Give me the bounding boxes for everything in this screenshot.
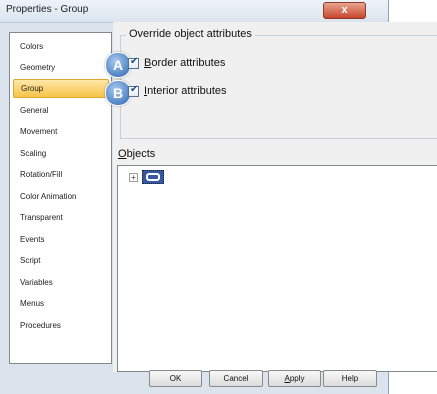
border-attributes-checkbox[interactable]: ✔ <box>128 56 139 69</box>
sidebar-item-rotation-fill[interactable]: Rotation/Fill <box>13 165 109 184</box>
interior-attributes-label[interactable]: Interior attributes <box>144 85 227 97</box>
sidebar-item-general[interactable]: General <box>13 101 109 120</box>
help-button[interactable]: Help <box>323 370 377 387</box>
group-object-icon <box>146 173 160 181</box>
sidebar-item-events[interactable]: Events <box>13 230 109 249</box>
apply-button[interactable]: Apply <box>268 370 321 387</box>
ok-button[interactable]: OK <box>149 370 202 387</box>
override-groupbox-title: Override object attributes <box>126 28 255 40</box>
sidebar-item-menus[interactable]: Menus <box>13 294 109 313</box>
sidebar-item-transparent[interactable]: Transparent <box>13 208 109 227</box>
border-attributes-label[interactable]: Border attributes <box>144 57 225 69</box>
interior-attributes-checkbox[interactable]: ✔ <box>128 84 139 97</box>
objects-tree[interactable] <box>117 165 437 372</box>
close-icon: x <box>341 4 348 16</box>
apply-label-rest: pply <box>289 374 305 383</box>
window-title: Properties - Group <box>6 4 89 15</box>
sidebar-item-colors[interactable]: Colors <box>13 37 109 56</box>
category-list: Colors Geometry Group General Movement S… <box>9 32 112 364</box>
cancel-button[interactable]: Cancel <box>209 370 263 387</box>
sidebar-item-group[interactable]: Group <box>13 79 109 98</box>
sidebar-item-movement[interactable]: Movement <box>13 122 109 141</box>
title-bar[interactable]: Properties - Group x <box>0 0 388 23</box>
objects-mnemonic: O <box>118 148 127 160</box>
checkmark-icon: ✔ <box>130 56 139 67</box>
objects-label-rest: bjects <box>126 148 156 160</box>
close-button[interactable]: x <box>323 2 366 19</box>
checkmark-icon: ✔ <box>130 84 139 95</box>
sidebar-item-procedures[interactable]: Procedures <box>13 316 109 335</box>
sidebar-item-scaling[interactable]: Scaling <box>13 144 109 163</box>
border-label-rest: order attributes <box>151 57 226 69</box>
sidebar-item-geometry[interactable]: Geometry <box>13 58 109 77</box>
interior-label-rest: nterior attributes <box>147 85 227 97</box>
expand-icon[interactable]: + <box>129 173 138 182</box>
group-object-node[interactable] <box>142 170 164 184</box>
sidebar-item-variables[interactable]: Variables <box>13 273 109 292</box>
sidebar-item-color-animation[interactable]: Color Animation <box>13 187 109 206</box>
objects-label: Objects <box>118 148 155 160</box>
sidebar-item-script[interactable]: Script <box>13 251 109 270</box>
